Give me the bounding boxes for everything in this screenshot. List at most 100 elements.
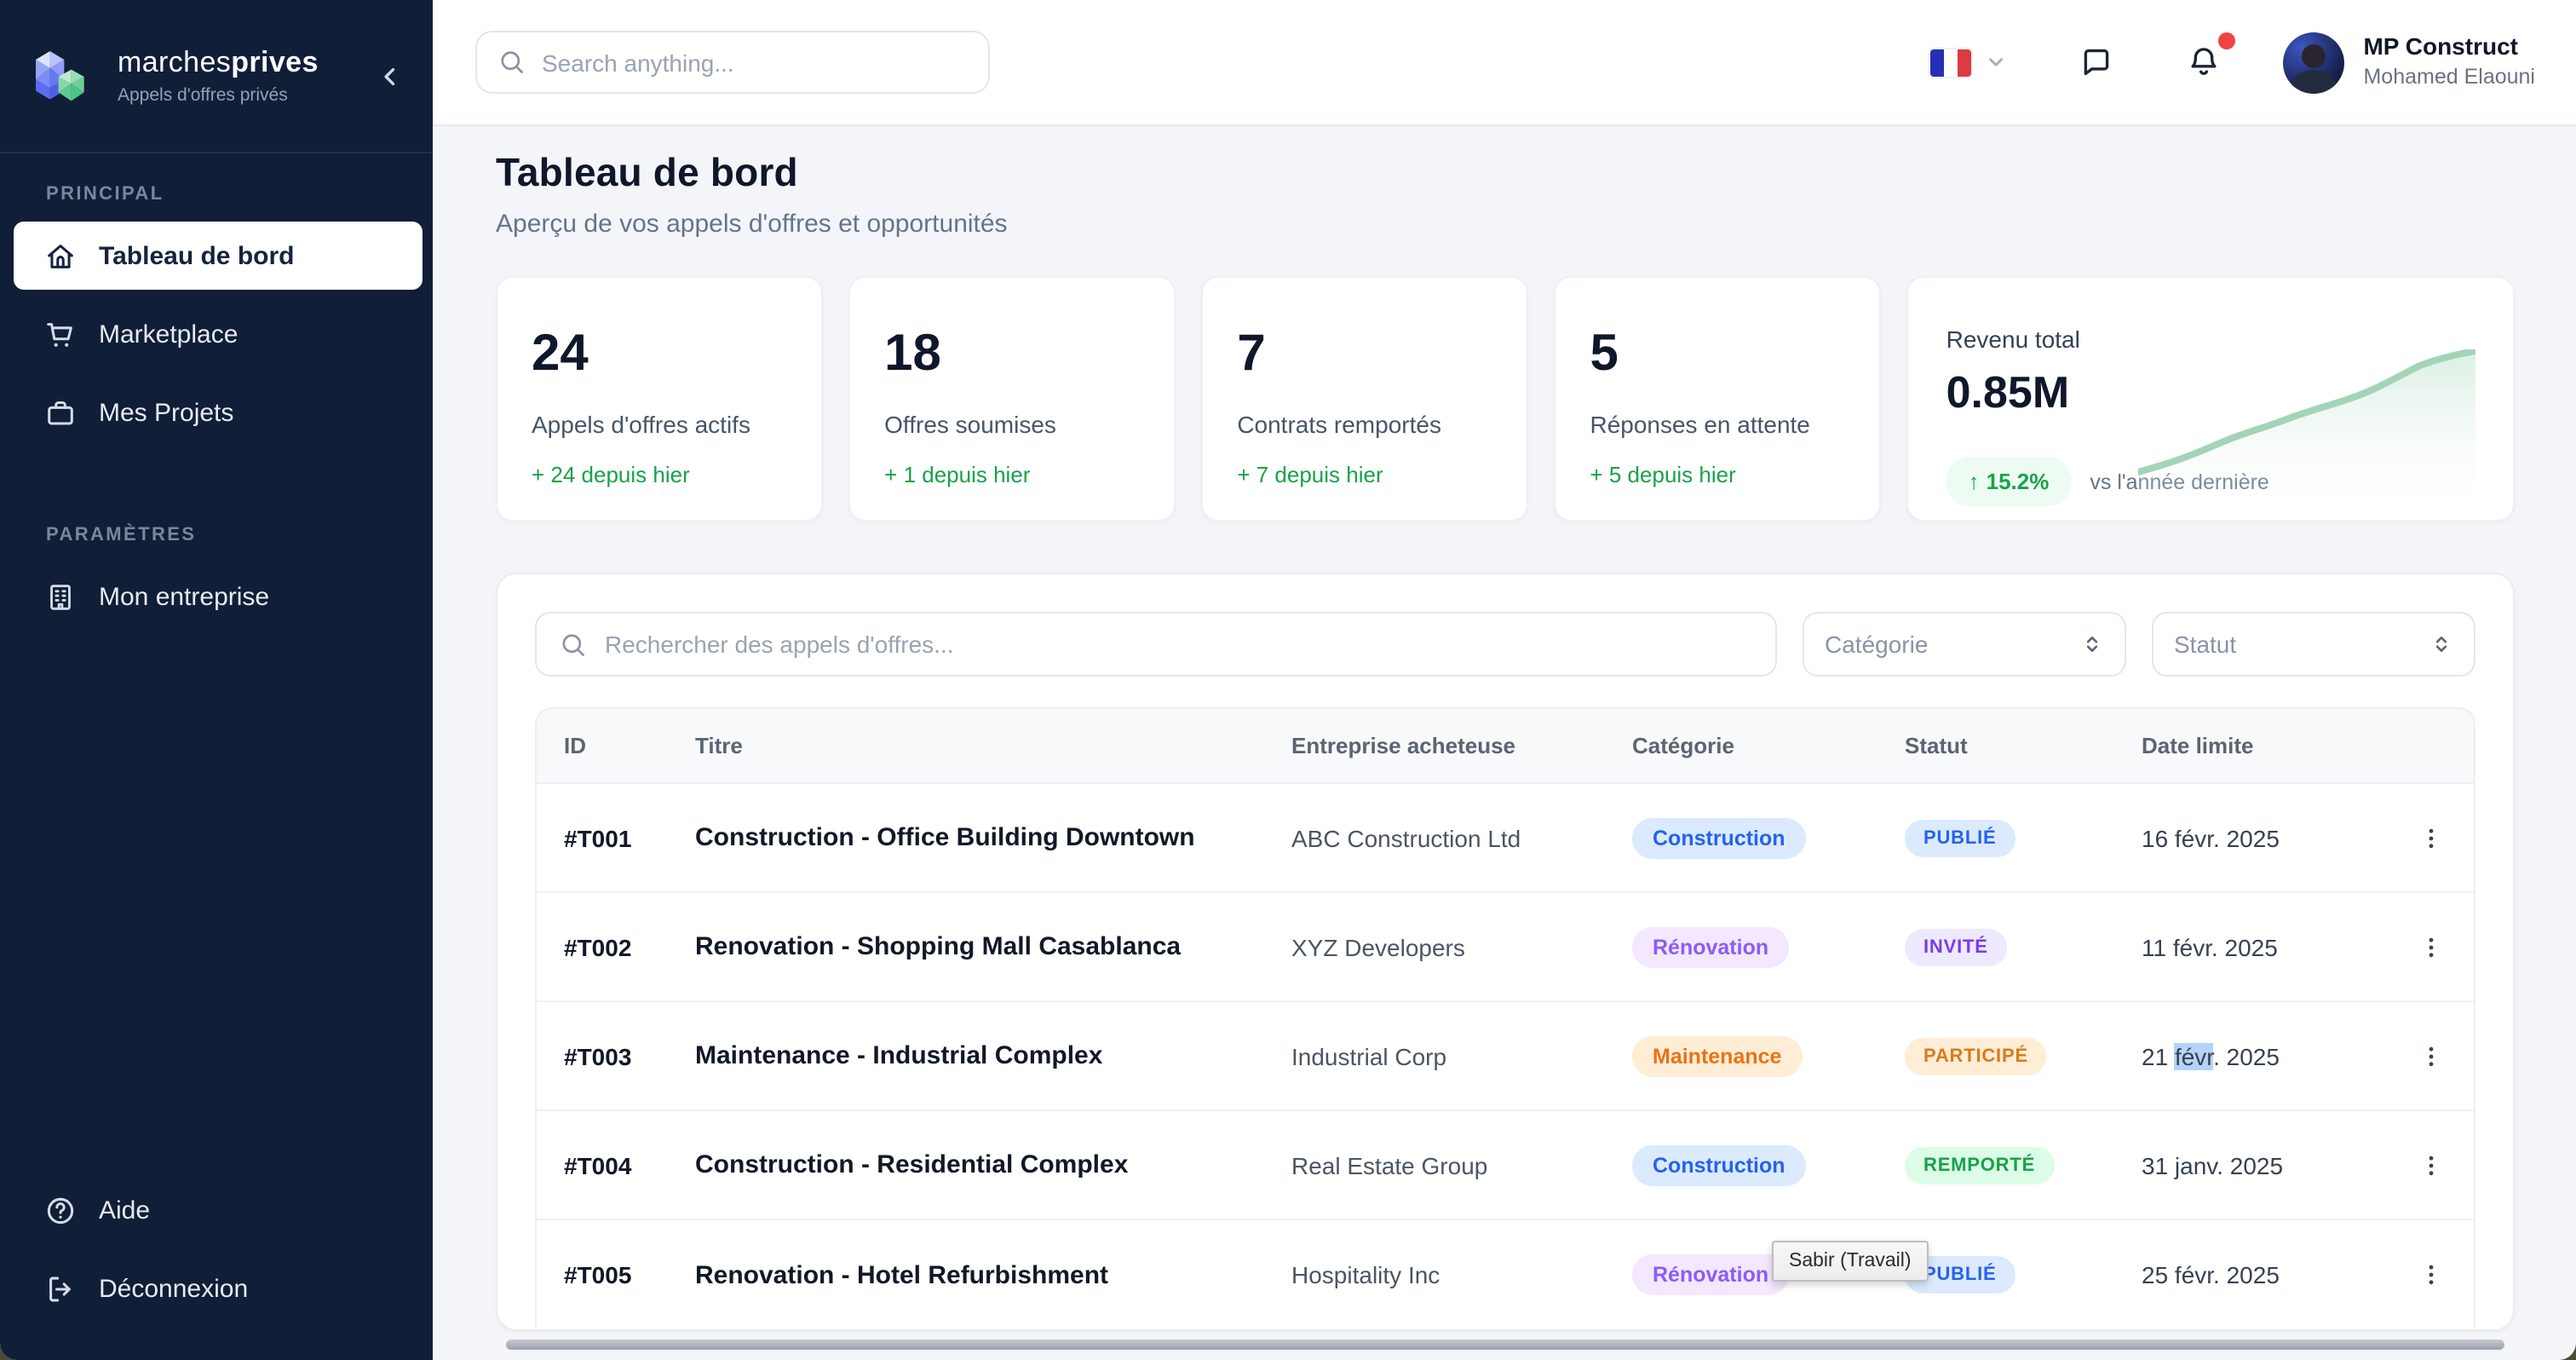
search-icon <box>559 630 588 659</box>
sidebar-item-mon-entreprise[interactable]: Mon entreprise <box>14 562 423 631</box>
category-badge: Construction <box>1632 1144 1806 1185</box>
page-title: Tableau de bord <box>496 150 2515 196</box>
row-actions-button[interactable] <box>2411 1254 2452 1295</box>
stat-delta: + 24 depuis hier <box>532 462 787 487</box>
chevron-left-icon <box>378 64 402 88</box>
search-icon <box>497 48 526 77</box>
notifications-button[interactable] <box>2176 34 2232 90</box>
tender-id: #T003 <box>537 1042 695 1069</box>
brand-name: marchesprives <box>118 46 371 80</box>
french-flag-icon <box>1930 49 1971 76</box>
user-menu[interactable]: MP Construct Mohamed Elaouni <box>2283 32 2535 93</box>
tender-buyer: XYZ Developers <box>1291 933 1632 960</box>
stat-card-offres-soumises: 18 Offres soumises + 1 depuis hier <box>848 276 1176 522</box>
filter-row: Catégorie Statut <box>535 612 2475 677</box>
sidebar-item-aide[interactable]: Aide <box>14 1176 423 1244</box>
table-row[interactable]: #T004 Construction - Residential Complex… <box>537 1111 2474 1220</box>
language-switcher[interactable] <box>1930 49 2007 76</box>
status-badge: REMPORTÉ <box>1905 1146 2054 1184</box>
tender-id: #T005 <box>537 1261 695 1288</box>
tender-deadline: 21 févr. 2025 <box>2142 1042 2389 1069</box>
app-window: marchesprives Appels d'offres privés PRI… <box>0 0 2576 1360</box>
tender-buyer: Industrial Corp <box>1291 1042 1632 1069</box>
stat-value: 24 <box>532 326 787 383</box>
sidebar-item-mes-projets[interactable]: Mes Projets <box>14 378 423 447</box>
col-statut: Statut <box>1905 733 2142 758</box>
col-entreprise: Entreprise acheteuse <box>1291 733 1632 758</box>
brand-logo-icon <box>27 42 95 110</box>
row-actions-button[interactable] <box>2411 926 2452 967</box>
col-date-limite: Date limite <box>2142 733 2389 758</box>
sidebar-item-label: Mes Projets <box>99 398 233 427</box>
chat-icon <box>2079 44 2114 80</box>
col-titre: Titre <box>695 733 1291 758</box>
sidebar-item-label: Tableau de bord <box>99 241 294 270</box>
status-select[interactable]: Statut <box>2152 612 2475 677</box>
stat-label: Réponses en attente <box>1590 411 1845 438</box>
global-search[interactable] <box>475 31 990 94</box>
tender-title: Construction - Office Building Downtown <box>695 823 1291 852</box>
category-select[interactable]: Catégorie <box>1803 612 2126 677</box>
sidebar-item-tableau-de-bord[interactable]: Tableau de bord <box>14 222 423 290</box>
avatar <box>2283 32 2344 93</box>
select-chevrons-icon <box>2080 632 2104 656</box>
tender-buyer: Hospitality Inc <box>1291 1261 1632 1288</box>
brand-tagline: Appels d'offres privés <box>118 85 371 106</box>
briefcase-icon <box>44 396 77 429</box>
col-id: ID <box>537 733 695 758</box>
sidebar-item-label: Marketplace <box>99 320 238 349</box>
page-subtitle: Aperçu de vos appels d'offres et opportu… <box>496 210 2515 239</box>
row-actions-button[interactable] <box>2411 1144 2452 1185</box>
select-chevrons-icon <box>2429 632 2453 656</box>
kebab-menu-icon <box>2418 824 2445 851</box>
status-badge: INVITÉ <box>1905 928 2007 965</box>
building-icon <box>44 580 77 613</box>
table-row[interactable]: #T002 Renovation - Shopping Mall Casabla… <box>537 893 2474 1002</box>
kebab-menu-icon <box>2418 1151 2445 1178</box>
tenders-search[interactable] <box>535 612 1777 677</box>
profile-tooltip: Sabir (Travail) <box>1772 1241 1929 1282</box>
stat-label: Offres soumises <box>884 411 1140 438</box>
notification-badge <box>2218 32 2235 49</box>
messages-button[interactable] <box>2068 34 2125 90</box>
sidebar-bottom: Aide Déconnexion <box>0 1176 433 1360</box>
tender-id: #T004 <box>537 1151 695 1178</box>
cart-icon <box>44 318 77 350</box>
stats-row: 24 Appels d'offres actifs + 24 depuis hi… <box>496 276 2515 522</box>
row-actions-button[interactable] <box>2411 817 2452 858</box>
table-row[interactable]: #T005 Renovation - Hotel Refurbishment H… <box>537 1220 2474 1329</box>
global-search-input[interactable] <box>542 49 968 76</box>
sidebar-item-label: Déconnexion <box>99 1274 248 1303</box>
sidebar-collapse-button[interactable] <box>371 57 409 95</box>
tender-id: #T002 <box>537 933 695 960</box>
stat-delta: + 5 depuis hier <box>1590 462 1845 487</box>
sidebar-item-deconnexion[interactable]: Déconnexion <box>14 1254 423 1323</box>
sidebar-item-marketplace[interactable]: Marketplace <box>14 300 423 368</box>
brand-header: marchesprives Appels d'offres privés <box>0 0 433 153</box>
nav-section-principal: PRINCIPAL <box>0 184 433 222</box>
user-name: Mohamed Elaouni <box>2363 65 2535 91</box>
tender-buyer: Real Estate Group <box>1291 1151 1632 1178</box>
stat-value: 18 <box>884 326 1140 383</box>
row-actions-button[interactable] <box>2411 1035 2452 1076</box>
tenders-panel: Catégorie Statut ID <box>496 573 2515 1331</box>
nav-section-parametres: PARAMÈTRES <box>0 525 433 562</box>
arrow-up-icon: ↑ <box>1969 469 1980 494</box>
category-badge: Construction <box>1632 817 1806 858</box>
tender-title: Construction - Residential Complex <box>695 1150 1291 1179</box>
kebab-menu-icon <box>2418 1261 2445 1288</box>
home-icon <box>44 239 77 272</box>
status-badge: PUBLIÉ <box>1905 819 2015 856</box>
kebab-menu-icon <box>2418 1042 2445 1069</box>
tender-title: Renovation - Shopping Mall Casablanca <box>695 932 1291 961</box>
tender-buyer: ABC Construction Ltd <box>1291 824 1632 851</box>
table-row[interactable]: #T001 Construction - Office Building Dow… <box>537 784 2474 893</box>
tenders-search-input[interactable] <box>605 631 1753 658</box>
revenue-card: Revenu total 0.85M ↑15.2% vs l'année der… <box>1907 276 2515 522</box>
user-company: MP Construct <box>2363 33 2535 63</box>
tender-deadline: 25 févr. 2025 <box>2142 1261 2389 1288</box>
tender-title: Maintenance - Industrial Complex <box>695 1041 1291 1070</box>
table-row[interactable]: #T003 Maintenance - Industrial Complex I… <box>537 1002 2474 1111</box>
kebab-menu-icon <box>2418 933 2445 960</box>
stat-value: 5 <box>1590 326 1845 383</box>
